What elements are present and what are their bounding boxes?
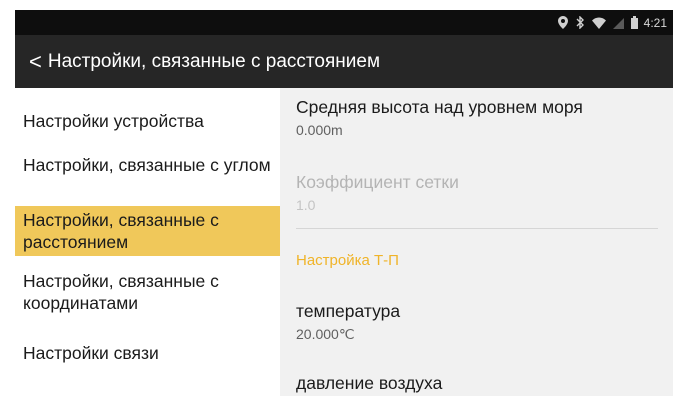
temperature-title: температура	[296, 301, 401, 321]
section-header: Настройка Т-П	[296, 252, 399, 269]
sidebar-item-distance[interactable]: Настройки, связанные с расстоянием	[15, 206, 280, 256]
sidebar-item-angle[interactable]: Настройки, связанные с углом	[15, 154, 280, 176]
battery-icon	[630, 16, 638, 29]
wifi-icon	[591, 17, 606, 29]
pressure-title: давление воздуха	[296, 373, 443, 393]
sidebar-item-communication[interactable]: Настройки связи	[15, 342, 280, 364]
pressure-setting[interactable]: давление воздуха	[296, 372, 666, 394]
location-icon	[557, 16, 568, 29]
signal-icon	[612, 17, 624, 29]
temperature-value: 20.000℃	[296, 326, 355, 342]
altitude-title: Средняя высота над уровнем моря	[296, 97, 583, 117]
sidebar: Настройки устройства Настройки, связанны…	[15, 88, 280, 396]
grid-factor-value: 1.0	[296, 197, 316, 213]
altitude-setting[interactable]: Средняя высота над уровнем моря 0.000m	[296, 96, 666, 139]
sidebar-item-device[interactable]: Настройки устройства	[15, 110, 280, 132]
page-title: Настройки, связанные с расстоянием	[47, 50, 381, 72]
divider	[296, 228, 658, 229]
bluetooth-icon	[575, 16, 585, 29]
settings-list: Средняя высота над уровнем моря 0.000m К…	[280, 88, 673, 396]
grid-factor-title: Коэффициент сетки	[296, 172, 459, 192]
back-button[interactable]: <	[29, 50, 42, 73]
title-bar: < Настройки, связанные с расстоянием	[15, 35, 673, 88]
altitude-value: 0.000m	[296, 122, 343, 138]
status-bar: 4:21	[15, 10, 673, 35]
temperature-setting[interactable]: температура 20.000℃	[296, 300, 666, 343]
sidebar-item-coordinates[interactable]: Настройки, связанные с координатами	[15, 270, 280, 314]
grid-factor-setting: Коэффициент сетки 1.0	[296, 171, 666, 214]
clock: 4:21	[643, 15, 667, 30]
